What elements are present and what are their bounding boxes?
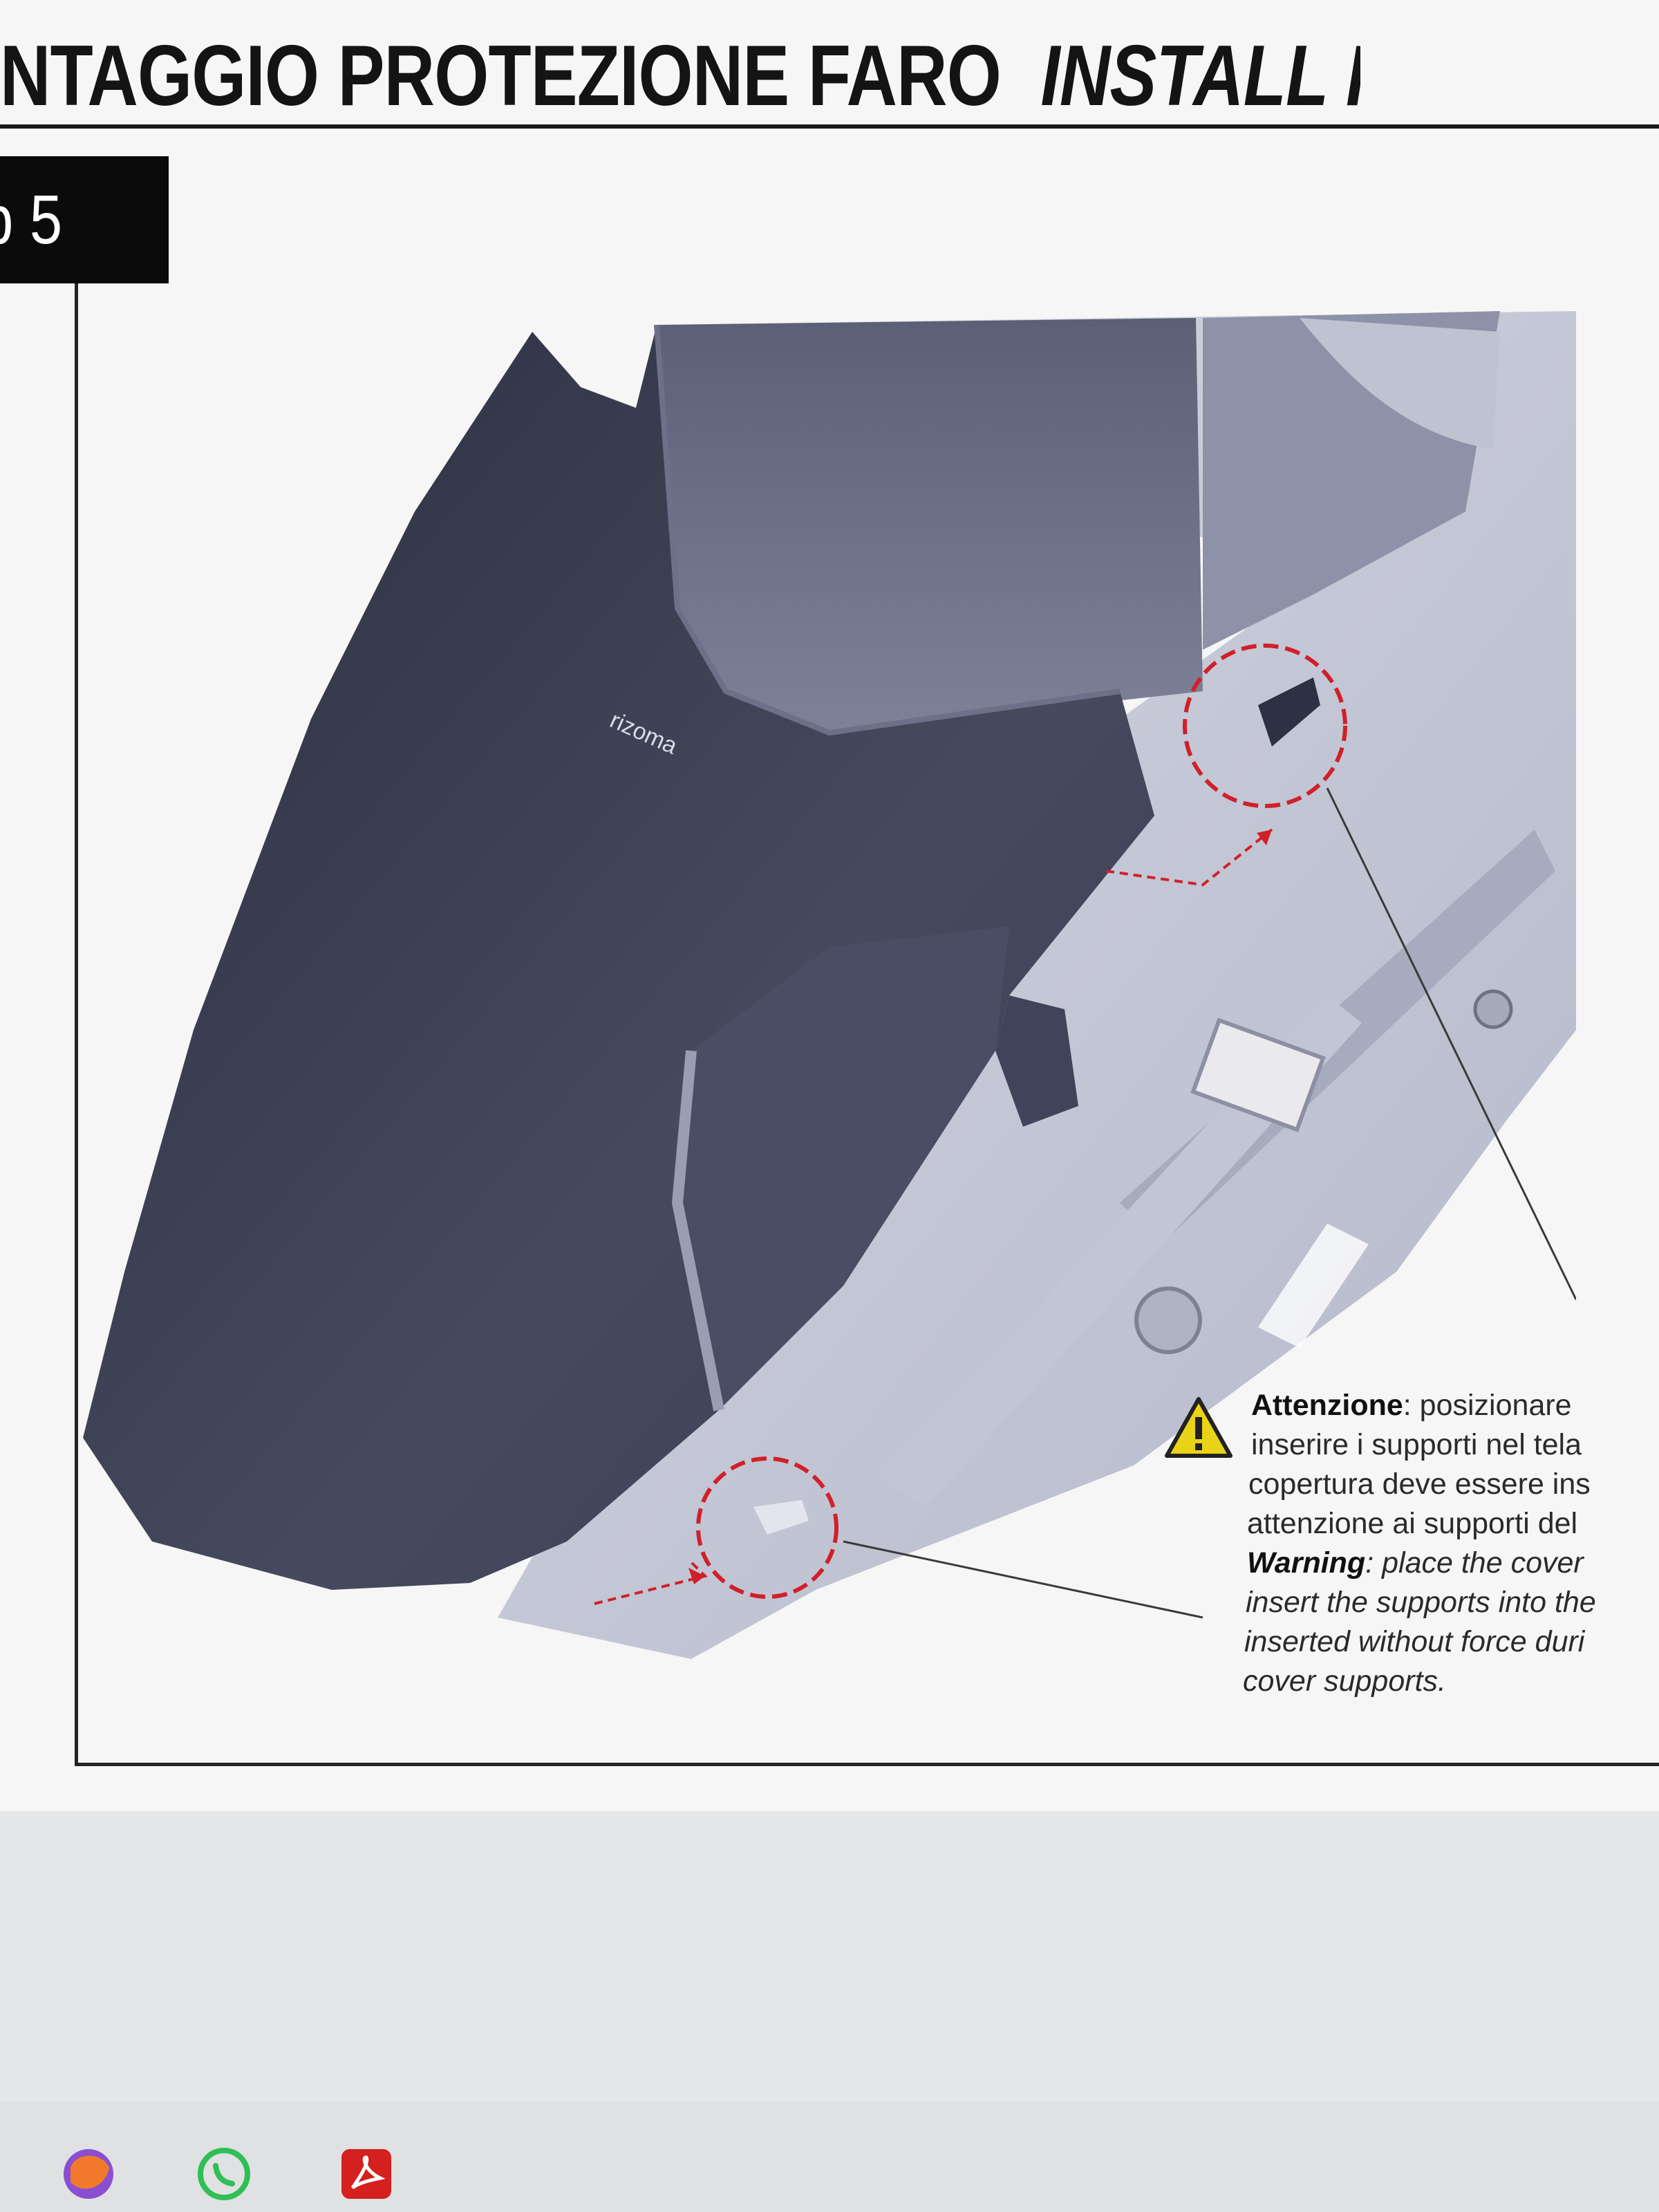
document-viewer-background: [0, 1811, 1659, 2101]
whatsapp-icon[interactable]: [196, 2146, 252, 2202]
step-label: p 5: [0, 156, 169, 283]
pdf-document-page: NTAGGIO PROTEZIONE FARO INSTALL HEADLIGHT…: [0, 0, 1659, 1811]
headlight-housing: [657, 318, 1203, 733]
frame-bolt: [1134, 1286, 1202, 1354]
title-english: INSTALL HEADLIGHT C: [1040, 28, 1360, 124]
firefox-icon[interactable]: [61, 2146, 116, 2202]
warning-label-it: Attenzione: [1251, 1389, 1403, 1422]
page-title: NTAGGIO PROTEZIONE FARO INSTALL HEADLIGHT…: [0, 14, 1360, 138]
frame-bolt: [1473, 989, 1513, 1029]
warning-text-block: Attenzione: posizionare inserire i suppo…: [1243, 1389, 1596, 1698]
leader-line: [843, 1540, 1203, 1619]
title-divider: [0, 124, 1659, 129]
acrobat-icon[interactable]: [339, 2146, 394, 2202]
warning-label-en: Warning: [1247, 1546, 1366, 1580]
title-italian: NTAGGIO PROTEZIONE FARO: [0, 28, 1002, 124]
